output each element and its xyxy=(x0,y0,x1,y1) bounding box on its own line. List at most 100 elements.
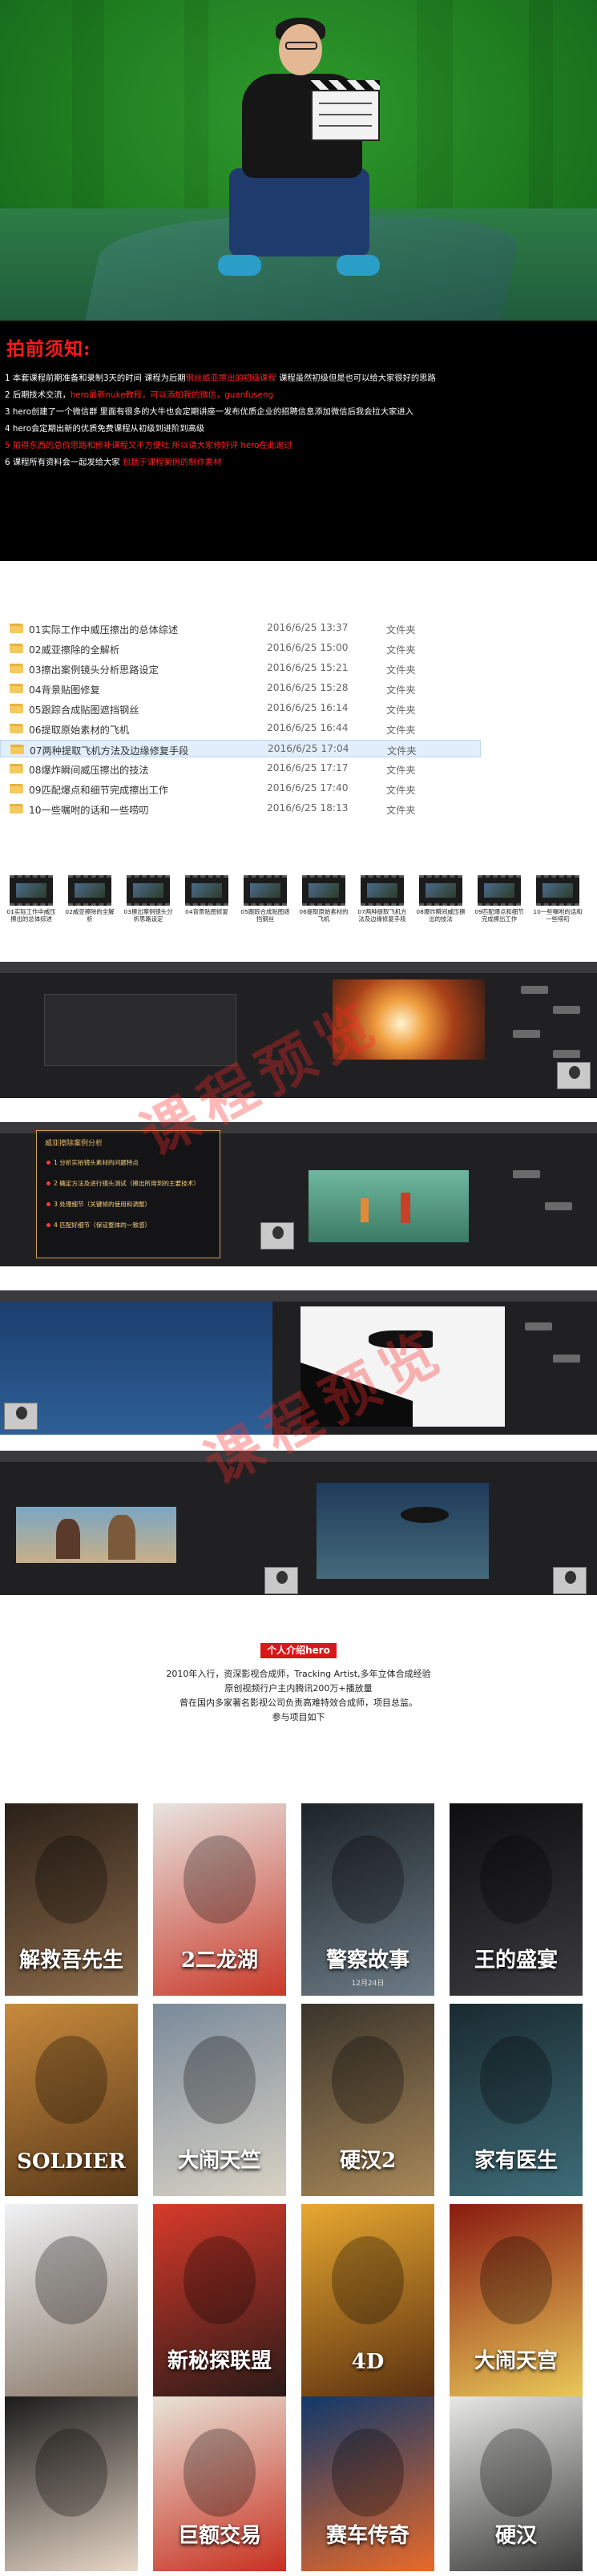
notice-line: 3 hero创建了一个微信群 里面有很多的大牛也会定期讲座一发布优质企业的招聘信… xyxy=(5,407,413,417)
file-row[interactable]: 08爆炸瞬间威压擦出的技法 2016/6/25 17:17 文件夹 xyxy=(0,760,481,777)
file-type: 文件夹 xyxy=(386,805,416,816)
file-type: 文件夹 xyxy=(386,705,416,716)
thumbnail-caption: 04背景贴图修复 xyxy=(185,908,228,915)
poster-title: 4D xyxy=(351,2350,385,2374)
movie-poster: 硬汉 xyxy=(450,2396,583,2571)
notice-title: 拍前须知: xyxy=(6,338,91,360)
file-name: 10一些嘱咐的话和一些唠叨 xyxy=(29,805,149,816)
file-name: 04背景贴图修复 xyxy=(29,684,100,696)
preview-shot-3 xyxy=(0,1290,597,1435)
file-date: 2016/6/25 17:04 xyxy=(268,743,349,754)
outline-item: 4 匹配好细节（保证整体的一致感） xyxy=(46,1221,151,1229)
file-row[interactable]: 01实际工作中威压擦出的总体综述 2016/6/25 13:37 文件夹 xyxy=(0,620,481,637)
file-row[interactable]: 09匹配爆点和细节完成擦出工作 2016/6/25 17:40 文件夹 xyxy=(0,780,481,797)
movie-poster: SOLDIER xyxy=(5,2004,138,2196)
video-thumbnail[interactable]: 04背景贴图修复 xyxy=(180,875,233,931)
movie-poster xyxy=(5,2204,138,2396)
file-name: 06提取原始素材的飞机 xyxy=(29,725,130,736)
file-name: 09匹配爆点和细节完成擦出工作 xyxy=(29,785,168,796)
outline-title: 威亚擦除案例分析 xyxy=(45,1140,103,1148)
movie-poster: 警察故事 12月24日 xyxy=(301,1803,434,1996)
video-thumbnail[interactable]: 06提取原始素材的飞机 xyxy=(297,875,350,931)
folder-icon xyxy=(10,804,23,814)
notice-line: 4 hero会定期出新的优质免费课程从初级到进阶到高级 xyxy=(5,424,205,434)
video-thumbnail[interactable]: 03擦出案例镜头分析思路设定 xyxy=(122,875,175,931)
film-frame-icon xyxy=(419,875,462,906)
video-thumbnail[interactable]: 10一些嘱咐的话和一些唠叨 xyxy=(531,875,584,931)
file-row[interactable]: 05跟踪合成贴图遮挡钢丝 2016/6/25 16:14 文件夹 xyxy=(0,700,481,717)
poster-title: 巨额交易 xyxy=(177,2524,261,2548)
file-name: 03擦出案例镜头分析思路设定 xyxy=(29,664,159,676)
file-type: 文件夹 xyxy=(386,684,416,696)
file-row[interactable]: 10一些嘱咐的话和一些唠叨 2016/6/25 18:13 文件夹 xyxy=(0,800,481,818)
file-date: 2016/6/25 18:13 xyxy=(267,802,349,814)
video-thumbnail[interactable]: 02威亚擦除的全解析 xyxy=(63,875,116,931)
file-name: 08爆炸瞬间威压擦出的技法 xyxy=(29,765,149,776)
folder-icon xyxy=(10,784,23,793)
movie-poster: 王的盛宴 xyxy=(450,1803,583,1996)
thumbnail-caption: 07两种提取飞机方法及边缘修复手段 xyxy=(357,908,407,923)
film-frame-icon xyxy=(185,875,228,906)
file-type: 文件夹 xyxy=(386,644,416,656)
video-thumbnail[interactable]: 01实际工作中威压擦出的总体综述 xyxy=(5,875,58,931)
folder-icon xyxy=(10,745,24,754)
file-date: 2016/6/25 15:00 xyxy=(267,642,349,653)
video-thumbnail[interactable]: 05跟踪合成贴图遮挡钢丝 xyxy=(239,875,292,931)
hero-photo xyxy=(0,0,597,321)
poster-title: 硬汉2 xyxy=(339,2149,397,2173)
movie-poster: 2二龙湖 xyxy=(153,1803,286,1996)
poster-title: SOLDIER xyxy=(17,2150,126,2174)
file-row[interactable]: 06提取原始素材的飞机 2016/6/25 16:44 文件夹 xyxy=(0,720,481,737)
folder-icon xyxy=(10,724,23,733)
file-date: 2016/6/25 16:44 xyxy=(267,722,349,733)
author-bio: 个人介绍hero 2010年入行，资深影视合成师，Tracking Artist… xyxy=(0,1635,597,1787)
file-name: 07两种提取飞机方法及边缘修复手段 xyxy=(30,745,189,757)
file-type: 文件夹 xyxy=(386,624,416,636)
clapperboard-icon xyxy=(311,80,380,141)
video-thumbnail[interactable]: 07两种提取飞机方法及边缘修复手段 xyxy=(356,875,409,931)
movie-poster: 4D xyxy=(301,2204,434,2396)
poster-title: 大闹天竺 xyxy=(177,2149,261,2173)
film-frame-icon xyxy=(361,875,404,906)
file-type: 文件夹 xyxy=(386,765,416,776)
poster-title: 家有医生 xyxy=(474,2149,558,2173)
bio-line: 曾在国内多家著名影视公司负责高难特效合成师，项目总监。 xyxy=(180,1698,417,1708)
video-thumbnail[interactable]: 08爆炸瞬间威压擦出的技法 xyxy=(414,875,467,931)
film-frame-icon xyxy=(478,875,521,906)
film-frame-icon xyxy=(244,875,287,906)
thumbnail-caption: 08爆炸瞬间威压擦出的技法 xyxy=(416,908,466,923)
file-row[interactable]: 03擦出案例镜头分析思路设定 2016/6/25 15:21 文件夹 xyxy=(0,660,481,677)
file-type: 文件夹 xyxy=(387,745,417,757)
outline-item: 1 分析实拍镜头素材的问题特点 xyxy=(46,1158,139,1167)
movie-poster: 大闹天宫 xyxy=(450,2204,583,2396)
preview-shot-4 xyxy=(0,1451,597,1595)
video-thumbnail[interactable]: 09匹配爆点和细节完成擦出工作 xyxy=(473,875,526,931)
film-frame-icon xyxy=(127,875,170,906)
notice-line: 5 拍得东西的总价思路和修补课程又不方便吐 所以请大家修好评 hero在此谢过 xyxy=(5,441,292,450)
file-row[interactable]: 07两种提取飞机方法及边缘修复手段 2016/6/25 17:04 文件夹 xyxy=(0,740,481,757)
poster-title: 新秘探联盟 xyxy=(167,2349,272,2373)
thumbnail-caption: 10一些嘱咐的话和一些唠叨 xyxy=(533,908,583,923)
poster-subtitle: 12月24日 xyxy=(351,1980,385,1988)
poster-title: 警察故事 xyxy=(325,1948,409,1972)
file-list: 01实际工作中威压擦出的总体综述 2016/6/25 13:37 文件夹 02威亚擦除… xyxy=(0,613,597,826)
file-name: 02威亚擦除的全解析 xyxy=(29,644,120,656)
notice-panel: 拍前须知: 1 本套课程前期准备和录制3天的时间 课程为后期钢丝威亚擦出的初级课… xyxy=(0,321,597,561)
movie-poster: 大闹天竺 xyxy=(153,2004,286,2196)
film-frame-icon xyxy=(68,875,111,906)
folder-icon xyxy=(10,684,23,693)
file-name: 01实际工作中威压擦出的总体综述 xyxy=(29,624,179,636)
file-date: 2016/6/25 15:21 xyxy=(267,662,349,673)
bio-line: 原创视频行户主内腾讯200万+播放量 xyxy=(224,1683,373,1694)
poster-title: 赛车传奇 xyxy=(325,2524,409,2548)
file-date: 2016/6/25 13:37 xyxy=(267,622,349,633)
file-row[interactable]: 02威亚擦除的全解析 2016/6/25 15:00 文件夹 xyxy=(0,640,481,657)
notice-line: 1 本套课程前期准备和录制3天的时间 课程为后期钢丝威亚擦出的初级课程 课程虽然… xyxy=(5,373,436,383)
outline-item: 2 确定方法及进行镜头测试（擦出所用到的主要技术） xyxy=(46,1179,200,1188)
movie-poster xyxy=(5,2396,138,2571)
notice-line: 2 后期技术交流，hero最新nuke教程，可以添加我的微信，guanfusen… xyxy=(5,390,274,400)
film-frame-icon xyxy=(10,875,53,906)
file-row[interactable]: 04背景贴图修复 2016/6/25 15:28 文件夹 xyxy=(0,680,481,697)
file-date: 2016/6/25 17:17 xyxy=(267,762,349,773)
movie-poster: 新秘探联盟 xyxy=(153,2204,286,2396)
